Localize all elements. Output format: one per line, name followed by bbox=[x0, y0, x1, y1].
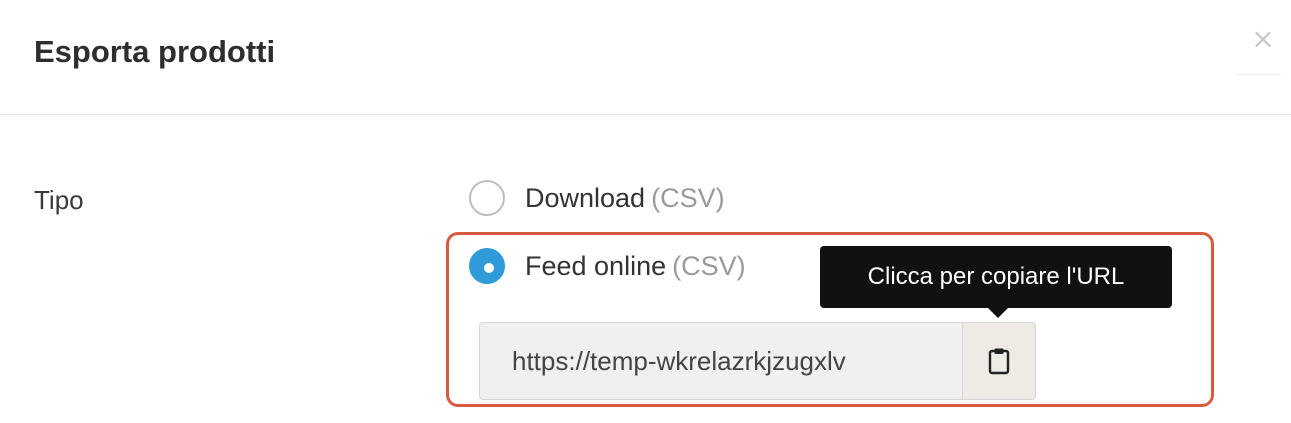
radio-option-feed-online[interactable]: Feed online (CSV) bbox=[469, 248, 746, 284]
close-button-underline bbox=[1237, 74, 1281, 75]
tooltip-arrow bbox=[988, 308, 1008, 318]
radio-download-hint: (CSV) bbox=[651, 183, 725, 213]
copy-url-button[interactable] bbox=[962, 322, 1036, 400]
copy-url-tooltip: Clicca per copiare l'URL bbox=[820, 246, 1172, 308]
feed-url-group bbox=[479, 322, 1036, 400]
modal-header: Esporta prodotti × bbox=[0, 0, 1291, 115]
radio-option-download[interactable]: Download (CSV) bbox=[469, 180, 725, 216]
radio-download[interactable] bbox=[469, 180, 505, 216]
radio-feed-online-hint: (CSV) bbox=[672, 251, 746, 281]
feed-url-input[interactable] bbox=[479, 322, 962, 400]
type-label: Tipo bbox=[34, 185, 84, 215]
modal-title: Esporta prodotti bbox=[34, 34, 276, 69]
radio-feed-online[interactable] bbox=[469, 248, 505, 284]
radio-download-label: Download bbox=[525, 183, 646, 213]
radio-feed-online-label: Feed online bbox=[525, 251, 667, 281]
clipboard-icon bbox=[988, 348, 1010, 375]
close-button[interactable]: × bbox=[1250, 25, 1276, 53]
